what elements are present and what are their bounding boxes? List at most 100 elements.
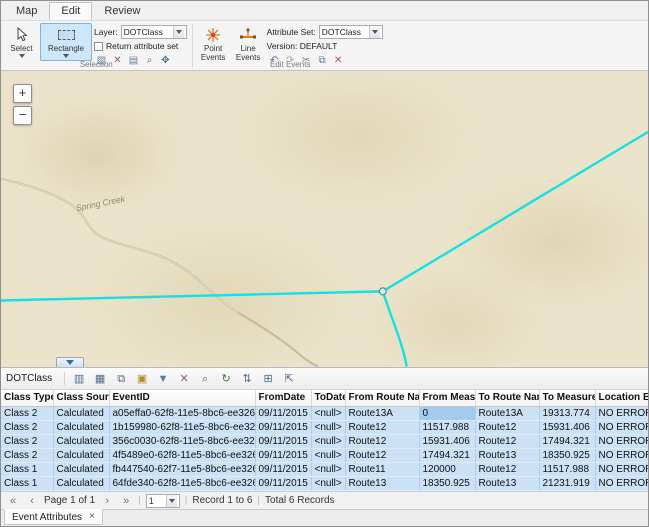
table-cell[interactable]: Class 1 [1,463,53,477]
table-cell[interactable]: 64fde340-62f8-11e5-8bc6-ee32641d5ec9 [109,477,255,491]
table-row[interactable]: Class 2Calculateda05effa0-62f8-11e5-8bc6… [1,407,649,421]
route-line-south[interactable] [383,291,407,366]
collapse-panel-button[interactable] [56,357,84,367]
table-cell[interactable]: NO ERROR [595,449,649,463]
column-header-class-type[interactable]: Class Type [1,390,53,407]
table-cell[interactable]: 11517.988 [539,463,595,477]
related-records-icon[interactable]: ⧉ [112,370,130,387]
column-header-from-measure[interactable]: From Measure [419,390,475,407]
return-attribute-set-checkbox[interactable] [94,42,103,51]
table-cell[interactable]: 21231.919 [539,477,595,491]
map-canvas[interactable]: Spring Creek + − [1,71,648,367]
show-table-icon[interactable]: ▦ [91,370,109,387]
first-page-icon[interactable]: « [6,494,20,508]
table-cell[interactable]: Route12 [475,421,539,435]
table-cell[interactable]: 19313.774 [539,407,595,421]
table-cell[interactable]: 120000 [419,463,475,477]
table-cell[interactable]: 1b159980-62f8-11e5-8bc6-ee32641d5ec9 [109,421,255,435]
layer-dropdown[interactable]: DOTClass [121,25,187,39]
table-cell[interactable]: Class 2 [1,449,53,463]
route-line-northeast[interactable] [383,132,648,291]
table-cell[interactable]: 356c0030-62f8-11e5-8bc6-ee32641d5ec9 [109,435,255,449]
column-header-from-route-name[interactable]: From Route Name [345,390,419,407]
column-header-fromdate[interactable]: FromDate [255,390,311,407]
column-header-todate[interactable]: ToDate [311,390,345,407]
table-cell[interactable]: 17494.321 [419,449,475,463]
expand-panel-icon[interactable]: ⇱ [280,370,298,387]
next-page-icon[interactable]: › [100,494,114,508]
route-junction-vertex[interactable] [379,288,386,295]
table-row[interactable]: Class 2Calculated4f5489e0-62f8-11e5-8bc6… [1,449,649,463]
table-cell[interactable]: a05effa0-62f8-11e5-8bc6-ee32641d5ec9 [109,407,255,421]
highlight-icon[interactable]: ▣ [133,370,151,387]
sort-icon[interactable]: ⇅ [238,370,256,387]
table-cell[interactable]: Calculated [53,407,109,421]
attribute-set-dropdown[interactable]: DOTClass [319,25,383,39]
table-cell[interactable]: Route13A [345,407,419,421]
column-header-class-source[interactable]: Class Source [53,390,109,407]
table-cell[interactable]: NO ERROR [595,407,649,421]
table-cell[interactable]: NO ERROR [595,463,649,477]
rectangle-tool-button[interactable]: Rectangle [40,23,92,61]
table-cell[interactable]: Route12 [345,421,419,435]
table-cell[interactable]: Calculated [53,449,109,463]
point-events-button[interactable]: Point Events [197,23,230,63]
table-cell[interactable]: Route13 [475,477,539,491]
table-cell[interactable]: Calculated [53,435,109,449]
table-cell[interactable]: 09/11/2015 [255,421,311,435]
table-cell[interactable]: Calculated [53,463,109,477]
table-cell[interactable]: Route12 [475,463,539,477]
zoom-to-icon[interactable]: ⌕ [196,370,214,387]
tab-map[interactable]: Map [4,2,49,20]
table-cell[interactable]: 18350.925 [539,449,595,463]
column-options-icon[interactable]: ⊞ [259,370,277,387]
table-cell[interactable]: Class 2 [1,435,53,449]
table-row[interactable]: Class 2Calculated1b159980-62f8-11e5-8bc6… [1,421,649,435]
table-cell[interactable]: <null> [311,435,345,449]
table-cell[interactable]: 15931.406 [419,435,475,449]
clear-icon[interactable]: ✕ [175,370,193,387]
table-cell[interactable]: Calculated [53,477,109,491]
save-icon[interactable]: ▼ [154,370,172,387]
zoom-out-button[interactable]: − [13,106,32,125]
table-cell[interactable]: Route13 [345,477,419,491]
table-cell[interactable]: 11517.988 [419,421,475,435]
tab-event-attributes[interactable]: Event Attributes × [4,509,103,525]
table-cell[interactable]: 0 [419,407,475,421]
table-cell[interactable]: 18350.925 [419,477,475,491]
table-cell[interactable]: <null> [311,407,345,421]
route-line-west[interactable] [1,291,383,300]
select-tool-button[interactable]: Select [5,23,38,61]
table-cell[interactable]: <null> [311,449,345,463]
previous-page-icon[interactable]: ‹ [25,494,39,508]
last-page-icon[interactable]: » [119,494,133,508]
tab-edit[interactable]: Edit [49,2,92,20]
table-cell[interactable]: <null> [311,463,345,477]
switch-selection-icon[interactable]: ▥ [70,370,88,387]
table-cell[interactable]: Route12 [345,449,419,463]
table-row[interactable]: Class 1Calculatedfb447540-62f7-11e5-8bc6… [1,463,649,477]
table-cell[interactable]: 4f5489e0-62f8-11e5-8bc6-ee32641d5ec9 [109,449,255,463]
table-cell[interactable]: Route12 [475,435,539,449]
table-cell[interactable]: Calculated [53,421,109,435]
table-cell[interactable]: Route12 [345,435,419,449]
table-row[interactable]: Class 2Calculated356c0030-62f8-11e5-8bc6… [1,435,649,449]
table-cell[interactable]: 15931.406 [539,421,595,435]
table-row[interactable]: Class 1Calculated64fde340-62f8-11e5-8bc6… [1,477,649,491]
table-cell[interactable]: 09/11/2015 [255,463,311,477]
page-size-dropdown[interactable]: 1 [146,494,180,508]
table-cell[interactable]: <null> [311,477,345,491]
table-cell[interactable]: Route13A [475,407,539,421]
table-cell[interactable]: NO ERROR [595,435,649,449]
table-cell[interactable]: 17494.321 [539,435,595,449]
table-cell[interactable]: Class 2 [1,421,53,435]
table-cell[interactable]: 09/11/2015 [255,477,311,491]
table-cell[interactable]: 09/11/2015 [255,449,311,463]
table-cell[interactable]: Class 1 [1,477,53,491]
close-icon[interactable]: × [89,512,95,522]
column-header-location-error[interactable]: Location Error [595,390,649,407]
table-cell[interactable]: NO ERROR [595,477,649,491]
table-cell[interactable]: Class 2 [1,407,53,421]
column-header-to-measure[interactable]: To Measure [539,390,595,407]
table-cell[interactable]: NO ERROR [595,421,649,435]
